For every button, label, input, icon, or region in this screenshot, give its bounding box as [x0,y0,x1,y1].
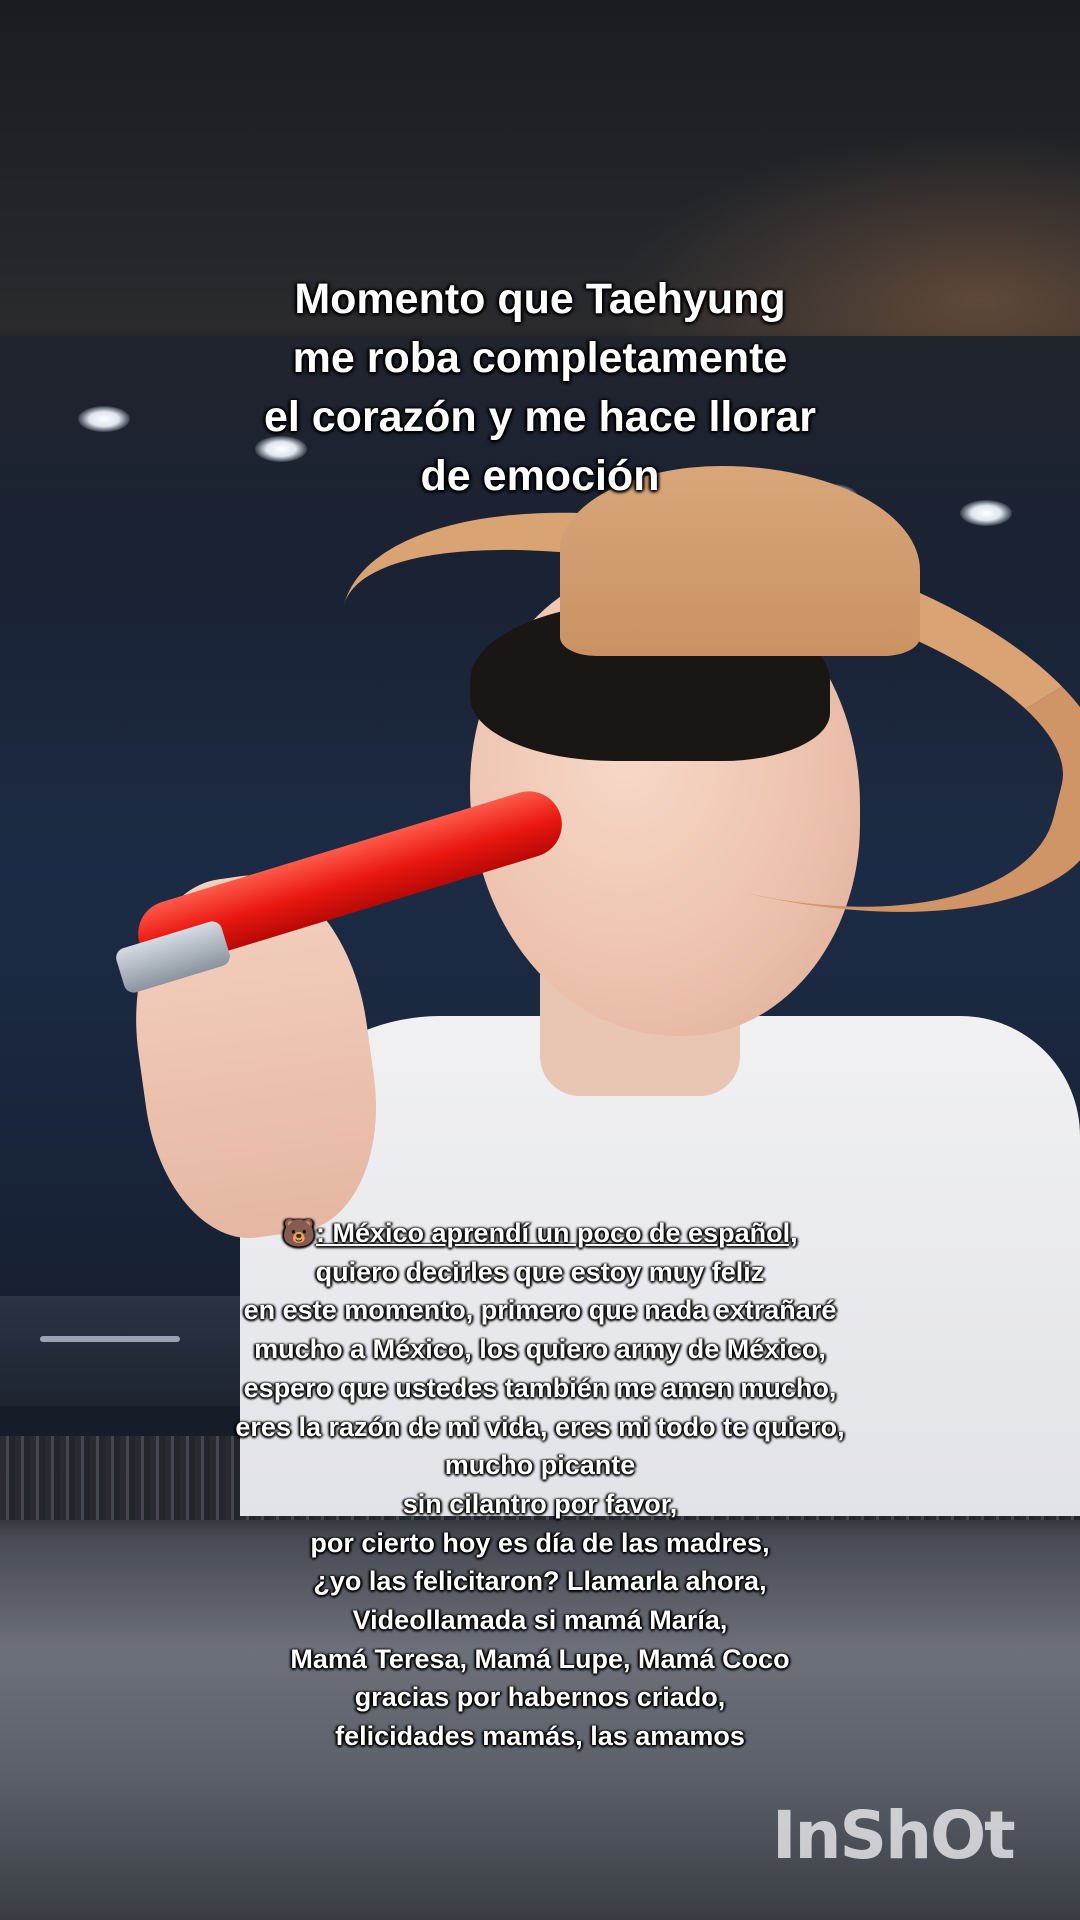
caption-title-line: el corazón y me hace llorar [263,393,817,441]
bear-emoji-icon: 🐻 [282,1218,317,1248]
caption-title: Momento que Taehyung me roba completamen… [140,270,940,506]
caption-title-line: Momento que Taehyung [294,275,786,323]
subtitle-line: en este momento, primero que nada extrañ… [243,1295,837,1326]
subtitle-line: gracias por habernos criado, [354,1682,726,1713]
inshot-watermark: InShOt [772,1797,1016,1874]
subtitle-line: quiero decirles que estoy muy feliz [315,1256,765,1287]
subtitle-line: espero que ustedes también me amen mucho… [243,1372,837,1403]
subtitle-line: ¿yo las felicitaron? Llamarla ahora, [313,1566,767,1597]
caption-title-line: me roba completamente [292,334,788,382]
subtitle-line: eres la razón de mi vida, eres mi todo t… [235,1411,845,1442]
subtitle-line: felicidades mamás, las amamos [335,1721,745,1752]
subtitle-line: sin cilantro por favor, [402,1488,678,1519]
subtitle-block: 🐻: México aprendí un poco de español, qu… [120,1214,960,1756]
stage-light [78,406,130,432]
subtitle-line: Mamá Teresa, Mamá Lupe, Mamá Coco [290,1643,790,1674]
subtitle-line: mucho a México, los quiero army de Méxic… [254,1334,826,1365]
subtitle-line: mucho picante [444,1450,636,1481]
subtitle-line: Videollamada si mamá María, [352,1605,728,1636]
subtitle-line: 🐻: México aprendí un poco de español, [120,1214,960,1253]
stage-light [960,500,1012,526]
caption-title-line: de emoción [420,452,660,500]
subtitle-line-text: : México aprendí un poco de español, [316,1218,798,1248]
subtitle-line: por cierto hoy es día de las madres, [310,1527,770,1558]
